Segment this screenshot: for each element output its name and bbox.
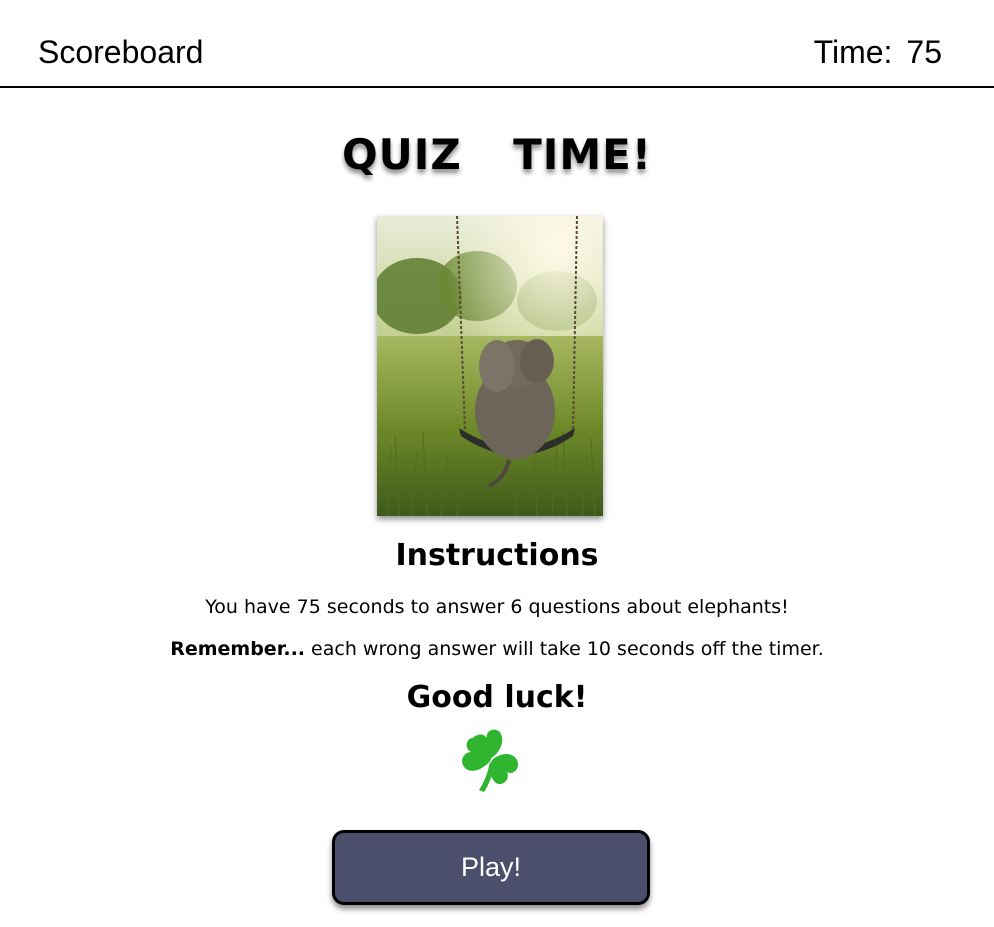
timer-label: Time: (813, 34, 893, 70)
penalty-text: Remember... each wrong answer will take … (0, 638, 994, 660)
page-title: QUIZ TIME! (341, 130, 653, 179)
scoreboard-link[interactable]: Scoreboard (38, 34, 203, 71)
elephant-photo (377, 216, 603, 516)
instructions-text: You have 75 seconds to answer 6 question… (205, 596, 789, 618)
timer-value: 75 (906, 34, 942, 70)
timer-display: Time: 75 (814, 34, 942, 71)
instructions-heading: Instructions (395, 538, 599, 573)
header-bar: Scoreboard Time: 75 (0, 0, 994, 88)
remember-label: Remember... (170, 638, 306, 660)
good-luck-text: Good luck! (406, 680, 588, 715)
penalty-detail: each wrong answer will take 10 seconds o… (305, 638, 824, 660)
shamrock-icon (457, 728, 525, 794)
play-button[interactable]: Play! (332, 830, 650, 905)
